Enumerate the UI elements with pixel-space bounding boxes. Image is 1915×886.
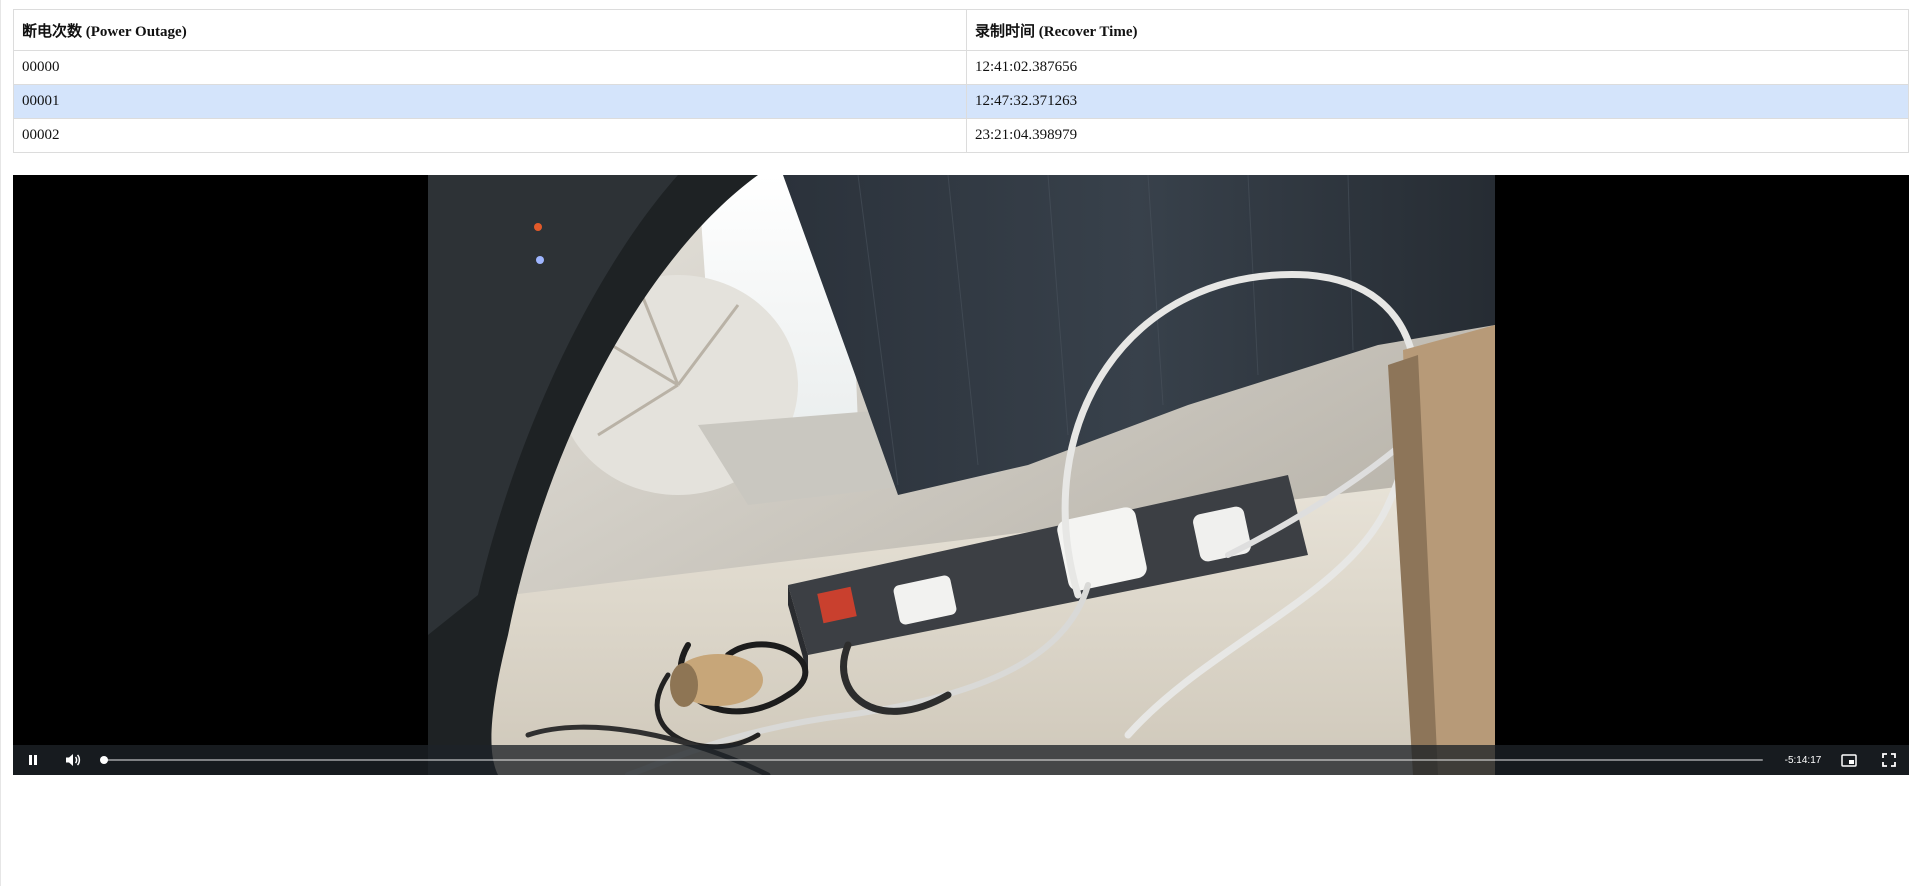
video-scene-image: [428, 175, 1495, 775]
recover-time-cell: 12:47:32.371263: [966, 84, 1909, 119]
page: 断电次数 (Power Outage) 录制时间 (Recover Time) …: [0, 0, 1915, 886]
power-outage-table: 断电次数 (Power Outage) 录制时间 (Recover Time) …: [13, 9, 1909, 153]
recover-time-cell: 23:21:04.398979: [966, 118, 1909, 153]
seek-track: [101, 759, 1763, 761]
column-header-recover-time: 录制时间 (Recover Time): [966, 9, 1909, 51]
column-header-power-outage: 断电次数 (Power Outage): [13, 9, 967, 51]
time-remaining: -5:14:17: [1784, 754, 1822, 766]
outage-number-cell: 00000: [13, 50, 967, 85]
table-row[interactable]: 00000 12:41:02.387656: [13, 50, 1909, 85]
volume-icon[interactable]: [53, 745, 93, 775]
seek-handle[interactable]: [100, 756, 109, 764]
fullscreen-icon[interactable]: [1869, 745, 1909, 775]
pause-icon[interactable]: [13, 745, 53, 775]
table-header-row: 断电次数 (Power Outage) 录制时间 (Recover Time): [13, 9, 1909, 51]
video-frame[interactable]: [428, 175, 1495, 775]
table-row-selected[interactable]: 00001 12:47:32.371263: [13, 84, 1909, 119]
seek-bar[interactable]: [100, 745, 1763, 775]
picture-in-picture-icon[interactable]: [1829, 745, 1869, 775]
outage-number-cell: 00001: [13, 84, 967, 119]
table-row[interactable]: 00002 23:21:04.398979: [13, 118, 1909, 153]
video-controls: -5:14:17: [13, 745, 1909, 775]
video-player[interactable]: -5:14:17: [13, 175, 1909, 775]
outage-number-cell: 00002: [13, 118, 967, 153]
recover-time-cell: 12:41:02.387656: [966, 50, 1909, 85]
